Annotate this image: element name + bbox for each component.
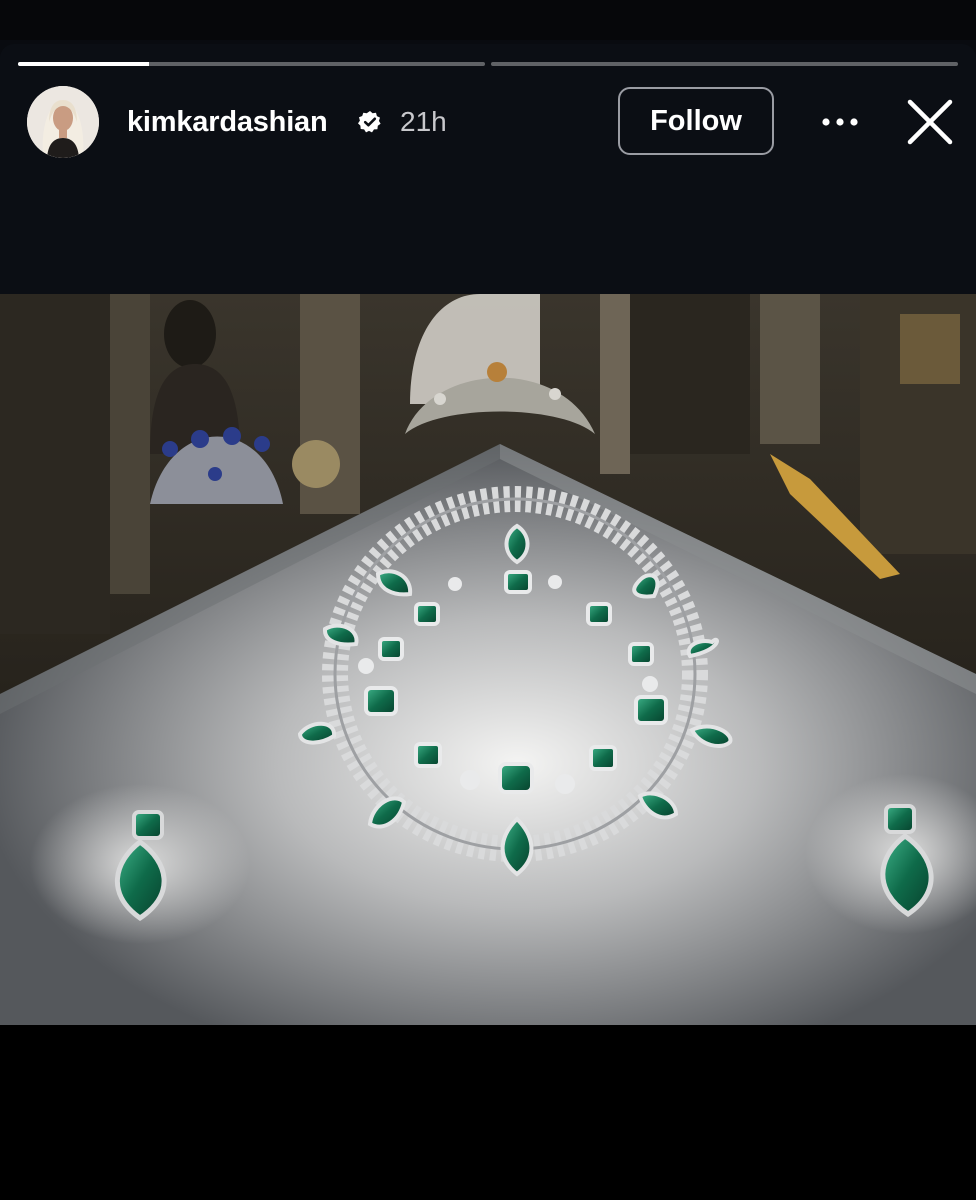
- profile-avatar[interactable]: [27, 86, 99, 158]
- follow-button[interactable]: Follow: [618, 87, 774, 155]
- story-progress-fill-1: [18, 62, 149, 66]
- close-icon[interactable]: [902, 96, 958, 152]
- story-bottom-area: [0, 1025, 976, 1200]
- username[interactable]: kimkardashian: [127, 104, 328, 140]
- story-header-area: [0, 0, 976, 294]
- story-timestamp: 21h: [400, 106, 447, 137]
- story-photo[interactable]: [0, 294, 976, 1025]
- story-viewer: kimkardashian 21h Follow: [0, 0, 976, 1200]
- story-card-top: [0, 44, 976, 294]
- status-bar-area: [0, 0, 976, 40]
- verified-badge-icon: [358, 111, 381, 133]
- avatar-image: [27, 86, 99, 158]
- story-progress-bar-1: [18, 62, 485, 66]
- more-options-icon[interactable]: [812, 104, 868, 140]
- story-progress-bar-2: [491, 62, 958, 66]
- jewelry-display-photo: [0, 294, 976, 1025]
